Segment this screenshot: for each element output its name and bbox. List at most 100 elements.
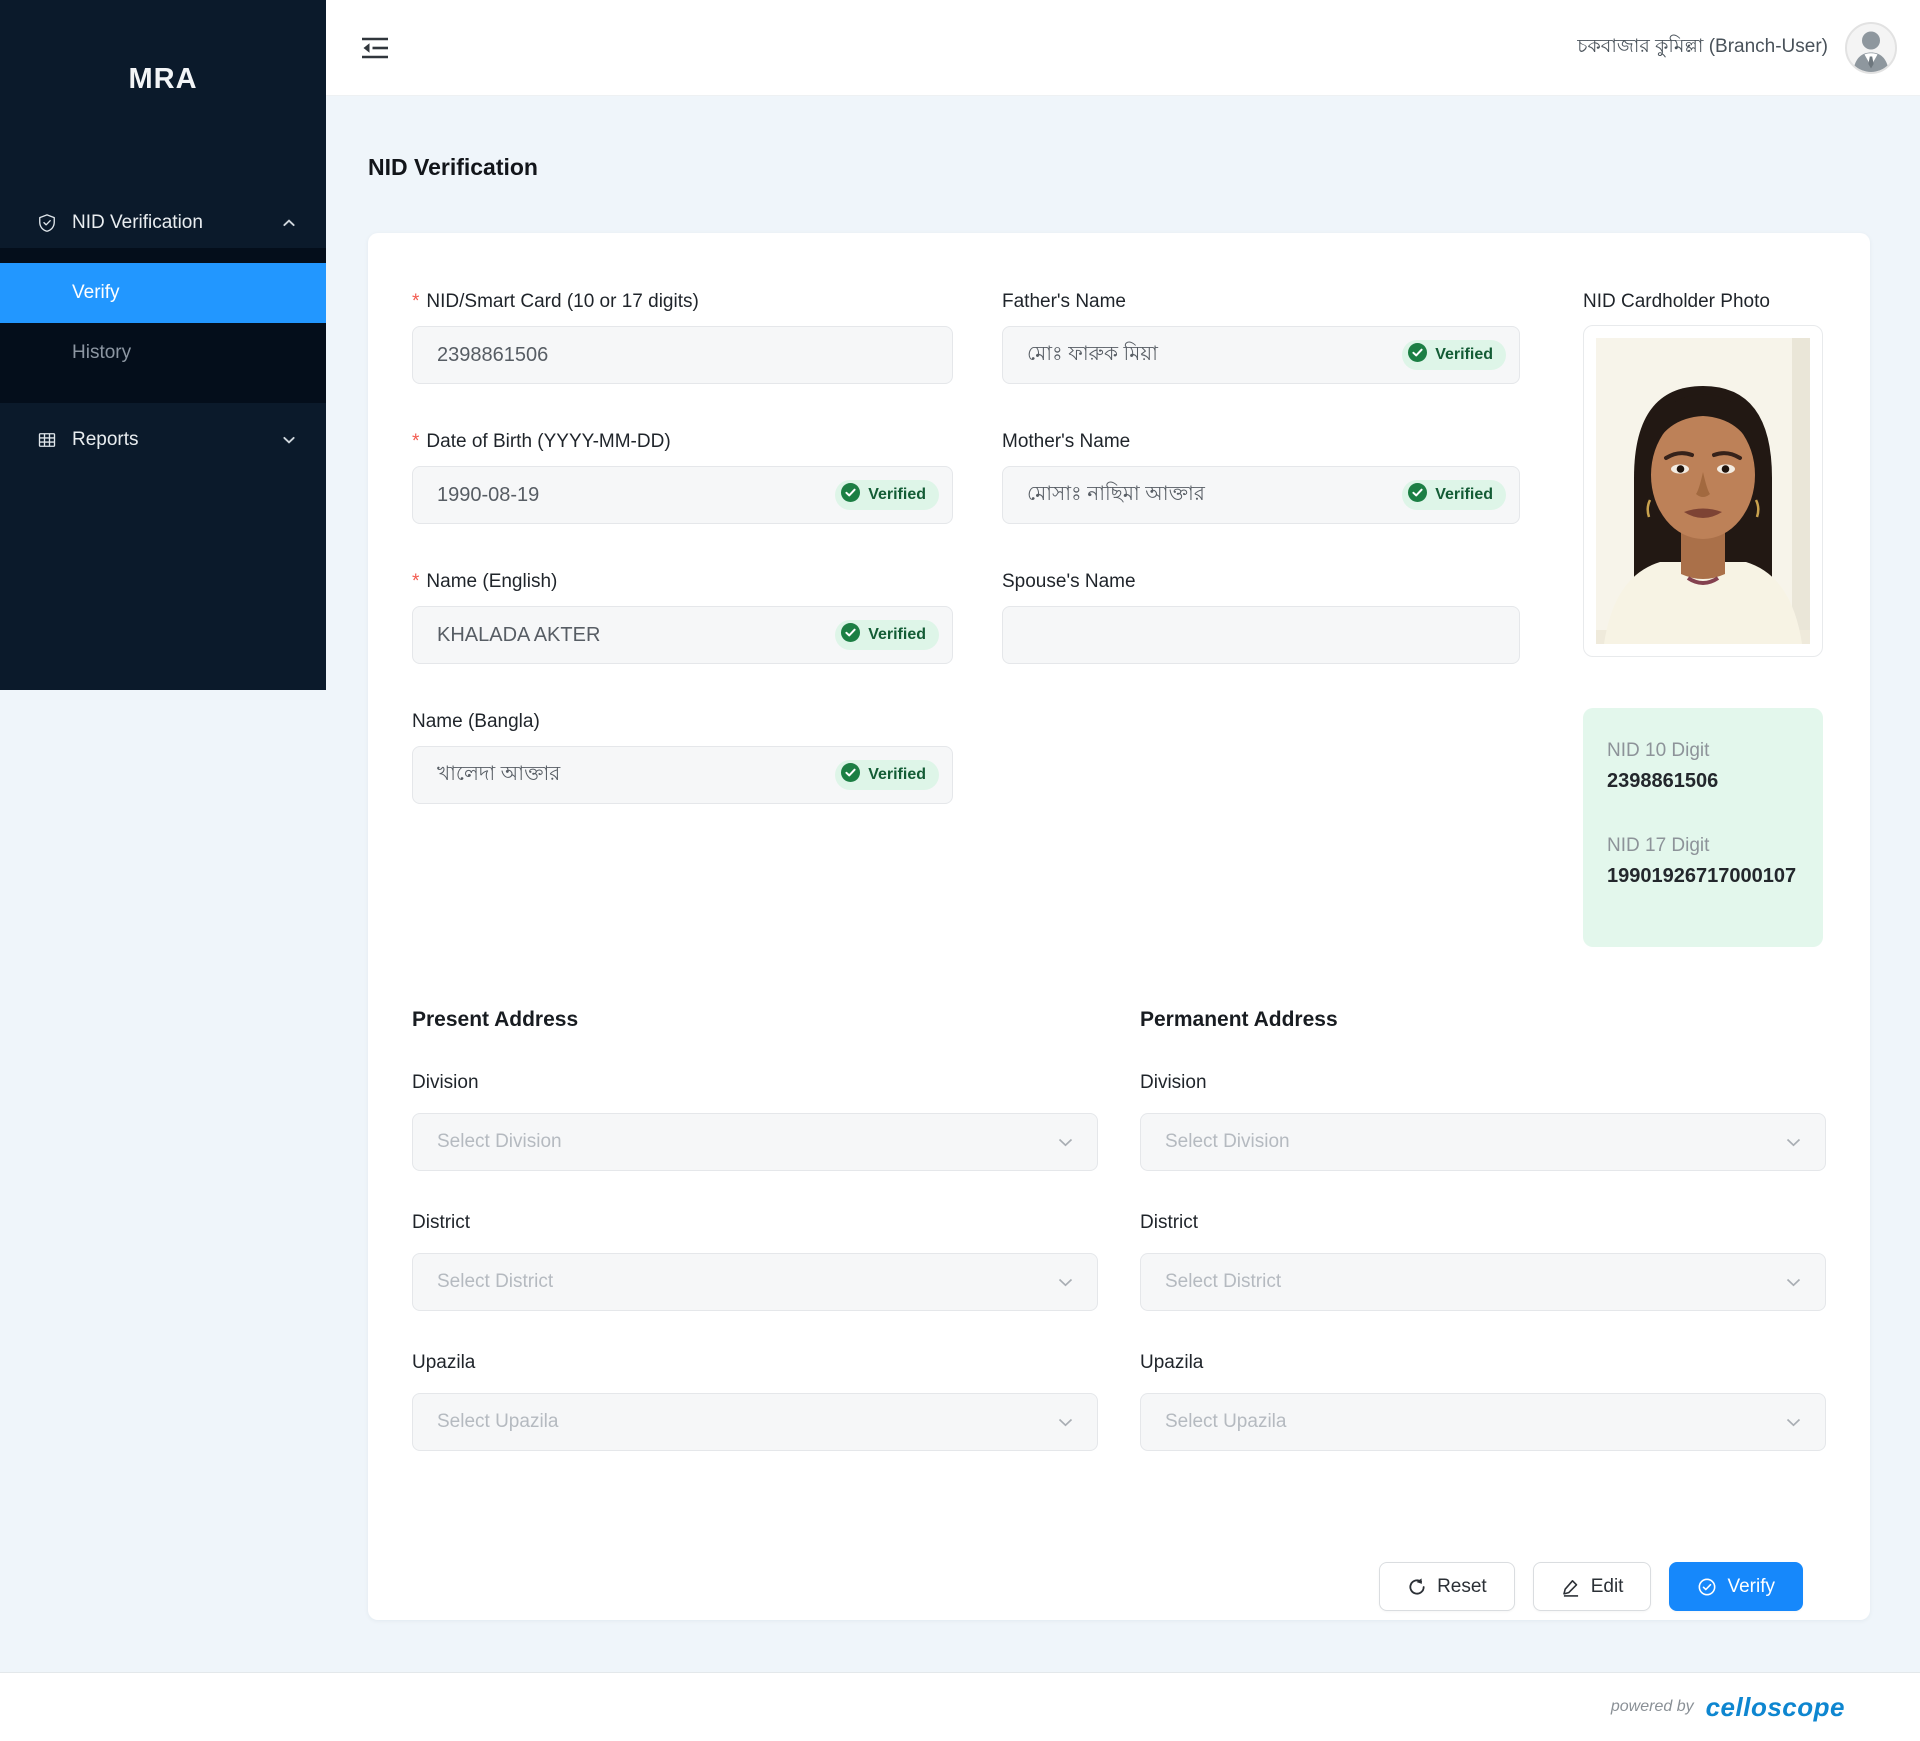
chevron-down-icon [1786,1278,1801,1287]
present-division-select[interactable]: Select Division [412,1113,1098,1171]
present-upazila-field: Upazila Select Upazila [412,1351,1098,1451]
address-section: Present Address Division Select Division… [412,1006,1826,1491]
present-district-field: District Select District [412,1211,1098,1311]
nid17-label: NID 17 Digit [1607,835,1710,856]
name-english-input[interactable]: KHALADA AKTER Verified [412,606,953,664]
verified-badge: Verified [1402,480,1506,510]
verified-badge: Verified [835,760,939,790]
required-mark: * [412,571,420,592]
name-bangla-input[interactable]: খালেদা আক্তার Verified [412,746,953,804]
celloscope-logo: celloscope [1705,1691,1845,1722]
field-label: * NID/Smart Card (10 or 17 digits) [412,291,699,312]
permanent-upazila-field: Upazila Select Upazila [1140,1351,1826,1451]
sidebar-item-label: NID Verification [72,212,203,233]
mother-name-value: মোসাঃ নাছিমা আক্তার [1027,482,1205,505]
chevron-down-icon [1786,1138,1801,1147]
nid17-group: NID 17 Digit 19901926717000107 [1607,833,1799,890]
select-placeholder: Select Division [1165,1131,1290,1152]
select-placeholder: Select Upazila [1165,1411,1287,1432]
permanent-upazila-select[interactable]: Select Upazila [1140,1393,1826,1451]
present-address: Present Address Division Select Division… [412,1006,1098,1491]
permanent-district-select[interactable]: Select District [1140,1253,1826,1311]
verified-badge: Verified [1402,340,1506,370]
sidebar-item-label: History [72,342,132,363]
form-grid: * NID/Smart Card (10 or 17 digits) 239886… [412,290,1826,947]
edit-icon [1561,1577,1581,1597]
check-circle-icon [841,622,861,648]
menu-fold-icon[interactable] [358,33,392,63]
permanent-address: Permanent Address Division Select Divisi… [1140,1006,1826,1491]
permanent-division-field: Division Select Division [1140,1071,1826,1171]
present-address-title: Present Address [412,1008,579,1031]
chevron-down-icon [1058,1278,1073,1287]
top-header: চকবাজার কুমিল্লা (Branch-User) [326,0,1920,96]
dob-value: 1990-08-19 [437,483,540,506]
field-dob: * Date of Birth (YYYY-MM-DD) 1990-08-19 V… [412,430,953,524]
check-circle-icon [841,762,861,788]
check-circle-icon [841,482,861,508]
field-nid: * NID/Smart Card (10 or 17 digits) 239886… [412,290,953,384]
table-icon [37,430,57,450]
form-actions: Reset Edit Verify [412,1562,1826,1611]
permanent-address-title: Permanent Address [1140,1008,1338,1031]
field-label: Division [1140,1072,1207,1093]
chevron-up-icon [282,216,296,230]
reload-icon [1407,1577,1427,1597]
sidebar-item-nid-verification[interactable]: NID Verification [0,198,326,248]
app-logo: MRA [128,63,198,95]
powered-by-text: powered by [1610,1698,1694,1715]
sidebar-item-label: Verify [72,282,120,303]
header-user-area: চকবাজার কুমিল্লা (Branch-User) [1577,21,1897,74]
select-placeholder: Select District [1165,1271,1282,1292]
spouse-name-input[interactable] [1002,606,1520,664]
field-label: District [1140,1212,1199,1233]
check-circle-icon [1408,342,1428,368]
sidebar-nav: NID Verification Verify History Reports [0,198,326,465]
present-division-field: Division Select Division [412,1071,1098,1171]
field-label: Father's Name [1002,291,1127,312]
nid10-label: NID 10 Digit [1607,740,1710,761]
photo-label: NID Cardholder Photo [1583,291,1770,312]
father-name-input[interactable]: মোঃ ফারুক মিয়া Verified [1002,326,1520,384]
verified-badge: Verified [835,480,939,510]
edit-button[interactable]: Edit [1532,1562,1652,1611]
permanent-division-select[interactable]: Select Division [1140,1113,1826,1171]
field-mother-name: Mother's Name মোসাঃ নাছিমা আক্তার Verifi… [1002,430,1520,524]
safety-certificate-icon [37,213,57,233]
verify-button[interactable]: Verify [1669,1562,1803,1611]
sidebar-item-history[interactable]: History [0,323,326,383]
check-circle-icon [1697,1577,1717,1597]
father-name-value: মোঃ ফারুক মিয়া [1027,342,1158,365]
field-label: Upazila [412,1352,476,1373]
field-father-name: Father's Name মোঃ ফারুক মিয়া Verified [1002,290,1520,384]
nid10-value: 2398861506 [1607,770,1719,792]
reset-button[interactable]: Reset [1379,1562,1515,1611]
field-label: Name (Bangla) [412,711,540,732]
sidebar: MRA NID Verification Verify History Repo… [0,0,326,690]
chevron-down-icon [282,433,296,447]
chevron-down-icon [1786,1418,1801,1427]
field-label: Spouse's Name [1002,571,1136,592]
field-label: Division [412,1072,479,1093]
field-spouse-name: Spouse's Name [1002,570,1520,664]
select-placeholder: Select Upazila [437,1411,559,1432]
mother-name-input[interactable]: মোসাঃ নাছিমা আক্তার Verified [1002,466,1520,524]
page-title: NID Verification [368,154,538,180]
name-bangla-value: খালেদা আক্তার [437,762,561,785]
dob-input[interactable]: 1990-08-19 Verified [412,466,953,524]
chevron-down-icon [1058,1418,1073,1427]
field-label: * Date of Birth (YYYY-MM-DD) [412,431,671,452]
nid10-group: NID 10 Digit 2398861506 [1607,738,1799,795]
nid-cardholder-photo [1583,325,1823,657]
sidebar-item-verify[interactable]: Verify [0,263,326,323]
name-english-value: KHALADA AKTER [437,623,601,646]
chevron-down-icon [1058,1138,1073,1147]
field-name-bangla: Name (Bangla) খালেদা আক্তার Verified [412,710,953,804]
sidebar-item-reports[interactable]: Reports [0,415,326,465]
form-column-middle: Father's Name মোঃ ফারুক মিয়া Verified M… [1002,290,1520,947]
present-upazila-select[interactable]: Select Upazila [412,1393,1098,1451]
nid-input[interactable]: 2398861506 [412,326,953,384]
user-avatar[interactable] [1845,21,1897,74]
field-label: District [412,1212,471,1233]
present-district-select[interactable]: Select District [412,1253,1098,1311]
